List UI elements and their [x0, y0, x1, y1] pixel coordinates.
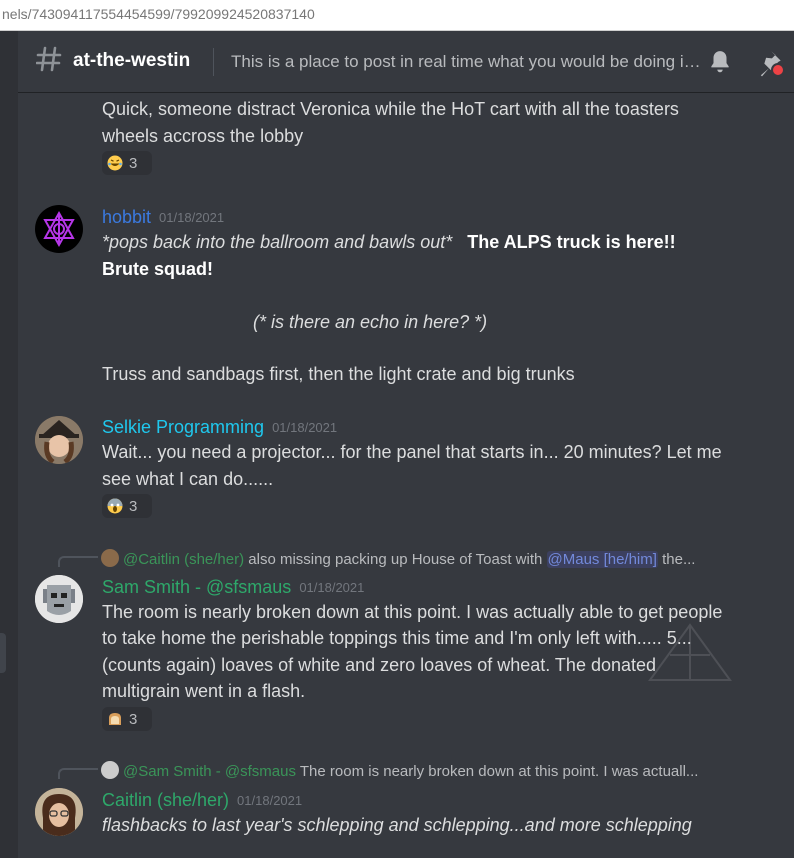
reply-connector [58, 768, 98, 779]
watermark-logo [648, 623, 732, 681]
server-sidebar-edge [0, 31, 18, 858]
collapse-tab[interactable] [0, 633, 6, 673]
bold-text: The ALPS truck is here!! [467, 232, 676, 252]
message-text: to take home the perishable toppings thi… [102, 628, 692, 648]
notification-dot [771, 63, 785, 77]
author-name[interactable]: Selkie Programming [102, 417, 264, 437]
reaction-chip[interactable]: 3 [102, 494, 152, 518]
message-header: Selkie Programming 01/18/2021 [102, 417, 337, 438]
timestamp: 01/18/2021 [237, 793, 303, 808]
message-text: Wait... you need a projector... for the … [102, 442, 722, 462]
timestamp: 01/18/2021 [299, 580, 365, 595]
reaction-count: 3 [129, 154, 138, 172]
message-text: *pops back into the ballroom and bawls o… [102, 229, 676, 255]
italic-text: *pops back into the ballroom and bawls o… [102, 232, 453, 252]
bell-icon[interactable] [707, 49, 733, 75]
message-text: see what I can do...... [102, 469, 274, 489]
reply-preview[interactable]: @Caitlin (she/her) also missing packing … [101, 549, 695, 568]
avatar[interactable] [35, 416, 83, 464]
message-text: (counts again) loaves of white and zero … [102, 655, 657, 675]
reply-text: The room is nearly broken down at this p… [299, 763, 699, 780]
message-header: Caitlin (she/her) 01/18/2021 [102, 790, 302, 811]
italic-text: (* is there an echo in here? *) [253, 312, 488, 332]
avatar-cyberman [35, 575, 83, 623]
message-text: Truss and sandbags first, then the light… [102, 364, 575, 384]
channel-header: at-the-westin This is a place to post in… [18, 31, 794, 93]
reaction-chip[interactable]: 3 [102, 151, 152, 175]
hashtag-icon [36, 46, 62, 72]
avatar[interactable] [35, 788, 83, 836]
reaction-count: 3 [129, 497, 138, 515]
message-text: (* is there an echo in here? *) [253, 309, 487, 335]
laughing-emoji-icon [107, 155, 123, 171]
message-text: Brute squad! [102, 256, 213, 282]
avatar[interactable] [35, 205, 83, 253]
reply-avatar [101, 549, 119, 567]
timestamp: 01/18/2021 [272, 420, 338, 435]
author-name[interactable]: Sam Smith - @sfsmaus [102, 577, 291, 597]
bold-text: Brute squad! [102, 259, 214, 279]
message-text: flashbacks to last year's schlepping and… [102, 812, 692, 838]
avatar-photo [35, 788, 83, 836]
address-bar[interactable]: nels/743094117554454599/7992099245208371… [0, 0, 794, 31]
reply-tail: the... [662, 551, 696, 568]
message-header: hobbit 01/18/2021 [102, 207, 224, 228]
reaction-chip[interactable]: 3 [102, 707, 152, 731]
channel-topic[interactable]: This is a place to post in real time wha… [231, 52, 701, 72]
message-text: wheels accross the lobby [102, 126, 304, 146]
bread-emoji-icon [109, 713, 121, 725]
reply-preview[interactable]: @Sam Smith - @sfsmaus The room is nearly… [101, 761, 698, 780]
reply-connector [58, 556, 98, 567]
italic-text: flashbacks to last year's schlepping and… [102, 815, 692, 835]
channel-name: at-the-westin [73, 50, 191, 71]
reaction-count: 3 [129, 710, 138, 728]
timestamp: 01/18/2021 [159, 210, 225, 225]
scream-emoji-icon [107, 498, 123, 514]
reply-text: also missing packing up House of Toast w… [248, 551, 543, 568]
message-text: multigrain went in a flash. [102, 681, 306, 701]
avatar-photo [35, 416, 83, 464]
message-text: Quick, someone distract Veronica while t… [102, 99, 679, 119]
header-divider [213, 48, 214, 76]
reply-avatar [101, 761, 119, 779]
avatar-sigil [43, 210, 75, 248]
reply-mention[interactable]: @Caitlin (she/her) [123, 551, 244, 568]
reply-mention[interactable]: @Sam Smith - @sfsmaus [123, 763, 296, 780]
avatar[interactable] [35, 575, 83, 623]
mention-chip[interactable]: @Maus [he/him] [546, 551, 658, 568]
author-name[interactable]: hobbit [102, 207, 151, 227]
message-header: Sam Smith - @sfsmaus 01/18/2021 [102, 577, 364, 598]
author-name[interactable]: Caitlin (she/her) [102, 790, 229, 810]
message-text: The room is nearly broken down at this p… [102, 602, 723, 622]
